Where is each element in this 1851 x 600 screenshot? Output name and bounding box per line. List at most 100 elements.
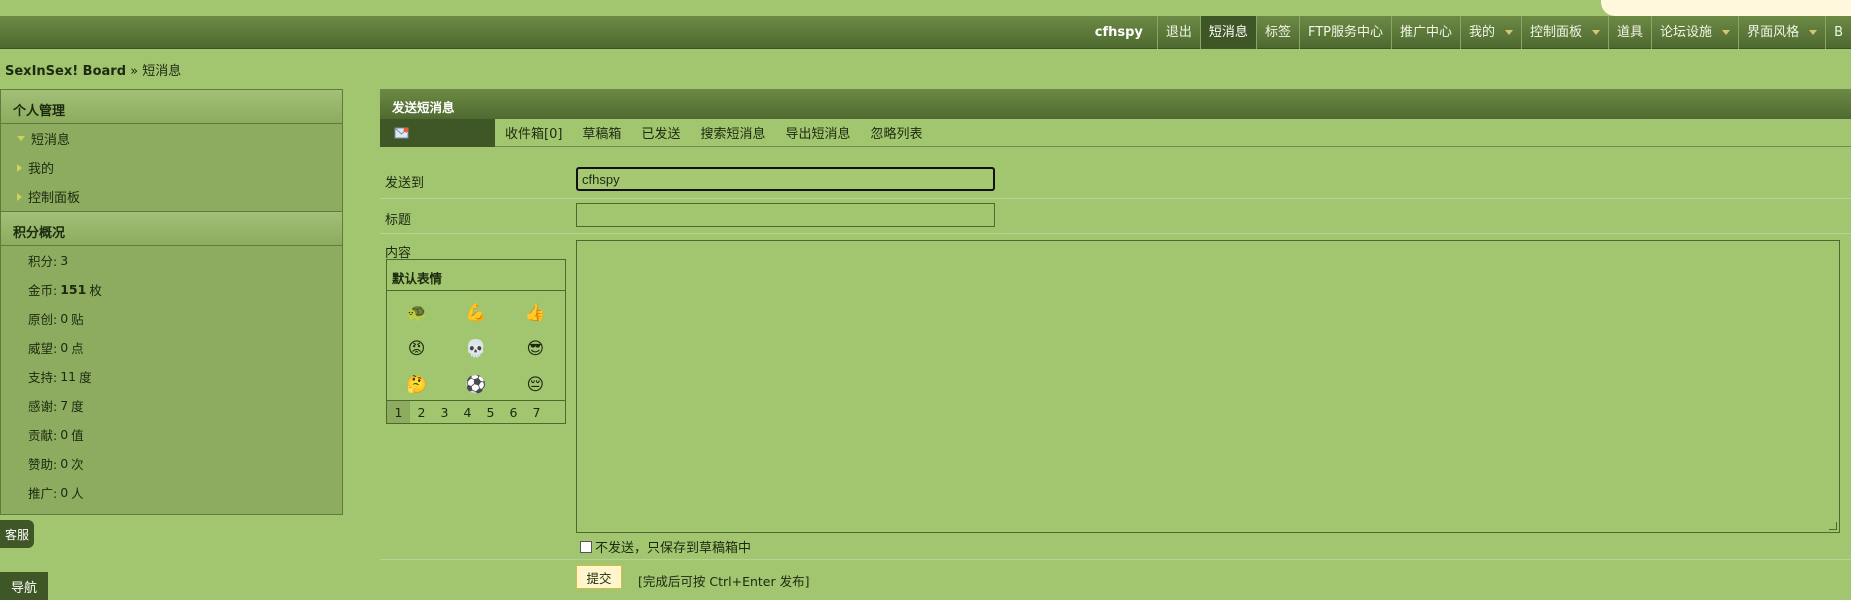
sidebar-section-points: 积分概况: [1, 212, 342, 246]
stat-label: 威望:: [28, 341, 58, 356]
nav-item-10[interactable]: B: [1825, 16, 1851, 49]
stat-unit: 度: [71, 399, 84, 414]
stat-value: 151: [60, 282, 87, 297]
smiley-page-2[interactable]: 2: [410, 401, 433, 423]
nav-item-label: 短消息: [1208, 25, 1248, 40]
tab-0[interactable]: 收件箱[0]: [495, 123, 572, 142]
stat-row: 推广: 0 人: [1, 478, 342, 507]
nav-item-label: 我的: [1469, 25, 1496, 40]
nav-item-6[interactable]: 控制面板: [1521, 16, 1608, 49]
sidebar-section-personal: 个人管理: [1, 90, 342, 124]
nav-item-0[interactable]: 退出: [1156, 16, 1200, 49]
soccer-ball-icon[interactable]: ⚽: [446, 367, 505, 403]
stat-value: 0: [60, 340, 69, 355]
stat-unit: 人: [71, 486, 84, 501]
submit-hint: [完成后可按 Ctrl+Enter 发布]: [638, 574, 810, 589]
smiley-page-5[interactable]: 5: [479, 401, 502, 423]
thinking-face-icon[interactable]: 🤔: [387, 367, 446, 403]
nav-item-4[interactable]: 推广中心: [1390, 16, 1460, 49]
stat-value: 11: [60, 369, 77, 384]
sidebar-item-label: 我的: [28, 162, 55, 177]
tab-2[interactable]: 已发送: [631, 123, 690, 142]
smiley-panel: 默认表情 🐢 💪 👍 😡 💀 😎 🤔 ⚽ 😔 1234567: [386, 259, 566, 424]
sidebar-item-messages[interactable]: 短消息: [1, 124, 342, 153]
message-content-textarea[interactable]: [576, 240, 1840, 533]
blue-arm-icon[interactable]: 💪: [446, 295, 505, 331]
save-draft-checkbox[interactable]: [580, 540, 592, 553]
skull-icon[interactable]: 💀: [446, 331, 505, 367]
stat-label: 积分:: [28, 254, 58, 269]
stat-unit: 贴: [71, 312, 84, 327]
top-notice-area: [1601, 0, 1851, 16]
submit-button[interactable]: 提交: [576, 565, 622, 589]
thumbs-up-icon[interactable]: 👍: [506, 295, 565, 331]
tab-5[interactable]: 忽略列表: [860, 123, 932, 142]
turtle-icon[interactable]: 🐢: [387, 295, 446, 331]
send-message-panel: 发送短消息 收件箱[0]草稿箱已发送搜索短消息导出短消息忽略列表 发送到 标题 …: [380, 89, 1851, 600]
dropdown-arrow-icon: [1592, 30, 1601, 35]
stat-row: 支持: 11 度: [1, 362, 342, 391]
customer-service-button[interactable]: 客服: [0, 520, 34, 548]
stat-row: 威望: 0 点: [1, 333, 342, 362]
nav-item-label: 退出: [1165, 25, 1192, 40]
nav-item-label: 推广中心: [1399, 25, 1452, 40]
collapsed-arrow-icon: [17, 163, 22, 172]
smiley-page-1[interactable]: 1: [387, 401, 410, 423]
save-draft-option[interactable]: 不发送，只保存到草稿箱中: [580, 537, 751, 556]
nav-item-5[interactable]: 我的: [1460, 16, 1521, 49]
smiley-page-3[interactable]: 3: [433, 401, 456, 423]
top-navbar: cfhspy 退出 短消息 标签 FTP服务中心 推广中心 我的 控制面板 道具 论坛设施 界面风…: [0, 16, 1851, 49]
recipient-field[interactable]: [576, 167, 995, 191]
nav-item-label: B: [1834, 25, 1843, 40]
smiley-page-7[interactable]: 7: [525, 401, 548, 423]
nav-item-3[interactable]: FTP服务中心: [1298, 16, 1391, 49]
nav-username[interactable]: cfhspy: [1081, 25, 1157, 40]
nav-item-label: FTP服务中心: [1307, 25, 1383, 40]
stat-label: 推广:: [28, 486, 58, 501]
dropdown-arrow-icon: [1809, 30, 1818, 35]
dropdown-arrow-icon: [1505, 30, 1514, 35]
sidebar-item-control-panel[interactable]: 控制面板: [1, 182, 342, 211]
stat-row: 贡献: 0 值: [1, 420, 342, 449]
stat-unit: 点: [71, 341, 84, 356]
dropdown-arrow-icon: [1722, 30, 1731, 35]
tab-4[interactable]: 导出短消息: [775, 123, 860, 142]
sidebar: 个人管理 短消息 我的 控制面板 积分概况 积分: 3 金币: 151 枚原创: 0 贴威望…: [0, 89, 343, 515]
sidebar-item-my[interactable]: 我的: [1, 153, 342, 182]
stat-unit: 值: [71, 428, 84, 443]
nav-item-7[interactable]: 道具: [1608, 16, 1651, 49]
nav-item-label: 论坛设施: [1660, 25, 1713, 40]
stat-label: 贡献:: [28, 428, 58, 443]
stat-value: 3: [60, 253, 69, 268]
stat-row: 赞助: 0 次: [1, 449, 342, 478]
sleepy-face-icon[interactable]: 😔: [506, 367, 565, 403]
compose-message-icon: [394, 127, 409, 138]
nav-item-9[interactable]: 界面风格: [1738, 16, 1825, 49]
smiley-page-4[interactable]: 4: [456, 401, 479, 423]
resize-handle-icon[interactable]: [1829, 522, 1837, 530]
to-label: 发送到: [385, 176, 425, 191]
save-draft-label: 不发送，只保存到草稿箱中: [595, 541, 752, 556]
stat-row: 积分: 3: [1, 246, 342, 275]
sidebar-item-label: 控制面板: [28, 191, 81, 206]
nav-item-label: 控制面板: [1530, 25, 1583, 40]
stat-value: 0: [60, 485, 69, 500]
stat-value: 0: [60, 427, 69, 442]
nav-item-1[interactable]: 短消息: [1199, 16, 1256, 49]
nav-item-2[interactable]: 标签: [1255, 16, 1299, 49]
cool-face-icon[interactable]: 😎: [506, 331, 565, 367]
tab-compose[interactable]: [380, 118, 495, 147]
tab-1[interactable]: 草稿箱: [572, 123, 631, 142]
angry-face-icon[interactable]: 😡: [387, 331, 446, 367]
stat-row: 原创: 0 贴: [1, 304, 342, 333]
subject-field[interactable]: [576, 203, 995, 227]
tab-3[interactable]: 搜索短消息: [690, 123, 775, 142]
breadcrumb-home[interactable]: SexInSex! Board: [5, 64, 126, 79]
stat-label: 感谢:: [28, 399, 58, 414]
nav-item-8[interactable]: 论坛设施: [1651, 16, 1738, 49]
smiley-page-6[interactable]: 6: [502, 401, 525, 423]
stat-label: 原创:: [28, 312, 58, 327]
top-strip: [0, 0, 1851, 17]
stat-value: 7: [60, 398, 69, 413]
navigation-button[interactable]: 导航: [0, 572, 48, 600]
